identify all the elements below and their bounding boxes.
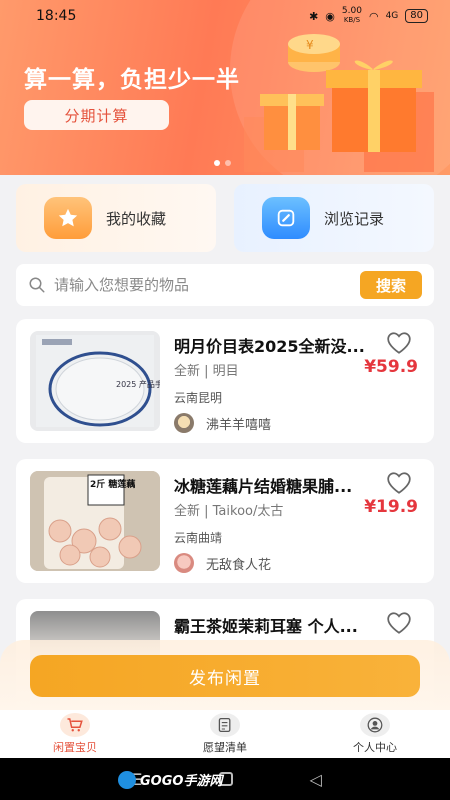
publish-panel: 发布闲置 [0,640,450,712]
clock: 18:45 [36,8,77,24]
product-title[interactable]: 冰糖莲藕片结婚糖果脯... [174,473,386,497]
banner-headline: 算一算，负担少一半 [24,67,240,93]
tab-label: 愿望清单 [203,741,247,754]
seller-info[interactable]: 无敌食人花 [174,553,271,573]
status-bar: 18:45 ✱ ◉ 5.00 KB/S ◠ 4G 80 [0,0,450,32]
svg-text:¥: ¥ [306,38,314,52]
product-condition-brand: 全新 | 明目 [174,364,239,379]
bottom-tab-bar: 闲置宝贝 愿望清单 个人中心 [0,710,450,758]
gift-box-illustration: ¥ [244,34,434,172]
heart-icon[interactable] [386,471,412,495]
back-nav-icon[interactable]: ◁ [309,770,321,789]
product-condition-brand: 全新 | Taikoo/太古 [174,504,284,519]
user-icon [360,713,390,737]
tab-label: 个人中心 [353,741,397,754]
search-button[interactable]: 搜索 [360,271,422,299]
search-bar: 搜索 [16,264,434,306]
watermark-emblem-icon [118,770,136,789]
wifi-icon: ◠ [368,9,379,23]
pencil-clock-icon [262,197,310,239]
search-input[interactable] [54,276,360,294]
signal-icon: 4G [385,11,399,21]
tab-wishlist[interactable]: 愿望清单 [150,710,300,758]
heart-icon[interactable] [386,331,412,355]
page-dot [225,160,231,166]
banner-pagination [214,160,231,166]
search-icon [29,277,45,293]
product-location: 云南昆明 [174,391,223,405]
history-label: 浏览记录 [324,209,385,228]
watermark-logo: GOGO手游网 [118,770,222,789]
cart-icon [60,713,90,737]
product-price: ¥59.9 [364,357,418,377]
my-favorites-button[interactable]: 我的收藏 [16,184,216,252]
product-price: ¥19.9 [364,497,418,517]
product-title[interactable]: 明月价目表2025全新没... [174,333,386,357]
location-icon: ◉ [325,9,335,23]
avatar [174,553,194,573]
browse-history-button[interactable]: 浏览记录 [234,184,434,252]
system-nav-bar: ☰ ◁ [0,758,450,800]
network-speed: 5.00 KB/S [341,6,362,25]
bluetooth-icon: ✱ [309,9,319,23]
product-location: 云南曲靖 [174,531,223,545]
product-image: 2斤 糖莲藕 [30,471,160,571]
installment-calc-button[interactable]: 分期计算 [24,100,169,130]
product-card[interactable]: 2斤 糖莲藕 冰糖莲藕片结婚糖果脯... 全新 | Taikoo/太古 ¥19.… [16,459,434,583]
tab-idle-items[interactable]: 闲置宝贝 [0,710,150,758]
heart-icon[interactable] [386,611,412,635]
favorites-label: 我的收藏 [106,209,167,228]
product-title[interactable]: 霸王茶姬茉莉耳塞 个人... [174,613,386,637]
thumb-caption: 2025 产品手册 [116,379,160,389]
list-icon [210,713,240,737]
watermark-text: GOGO手游网 [140,774,223,789]
tab-profile[interactable]: 个人中心 [300,710,450,758]
avatar [174,413,194,433]
seller-name: 无敌食人花 [206,557,272,573]
page-dot-active [214,160,220,166]
seller-info[interactable]: 沸羊羊嘻嘻 [174,413,271,433]
seller-name: 沸羊羊嘻嘻 [206,417,272,433]
thumb-caption: 2斤 糖莲藕 [90,478,135,490]
status-icons: ✱ ◉ 5.00 KB/S ◠ 4G 80 [309,7,428,25]
product-image: 2025 产品手册 [30,331,160,431]
publish-idle-button[interactable]: 发布闲置 [30,655,420,697]
star-bookmark-icon [44,197,92,239]
product-card[interactable]: 2025 产品手册 明月价目表2025全新没... 全新 | 明目 ¥59.9 … [16,319,434,443]
battery-indicator: 80 [405,9,428,23]
tab-label: 闲置宝贝 [53,741,97,754]
